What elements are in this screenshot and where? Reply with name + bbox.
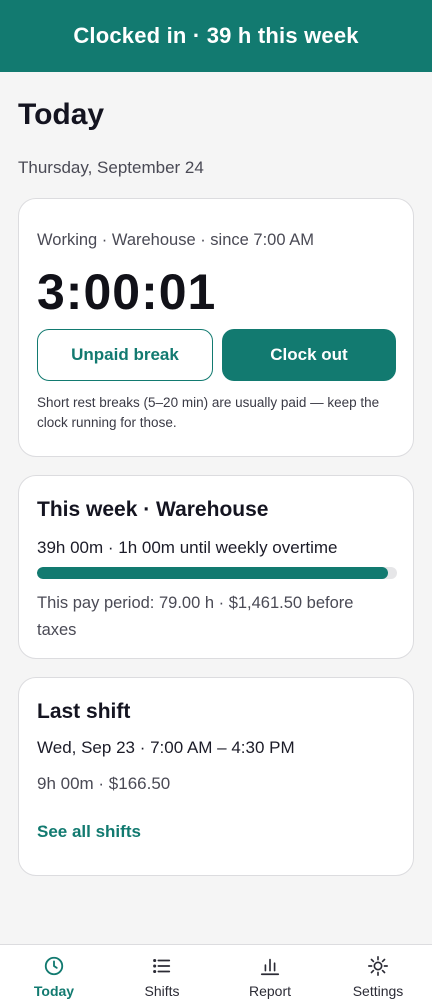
tab-report[interactable]: Report: [216, 945, 324, 1007]
page-title: Today: [18, 98, 105, 131]
see-all-shifts-link[interactable]: See all shifts: [37, 822, 141, 842]
tab-report-label: Report: [248, 983, 292, 999]
break-hint: Short rest breaks (5–20 min) are usually…: [37, 395, 380, 430]
status-banner-text: Clocked in · 39 h this week: [73, 23, 359, 48]
week-hours: 39h 00m · 1h 00m until weekly overtime: [37, 538, 338, 557]
sun-gear-icon: [368, 956, 388, 976]
tab-today[interactable]: Today: [0, 945, 108, 1007]
overtime-progress-fill: [37, 567, 388, 579]
work-status: Working · Warehouse · since 7:00 AM: [37, 231, 314, 249]
bottom-tab-bar: Today Shifts Report Settings: [0, 944, 432, 1007]
last-shift-title: Last shift: [37, 700, 131, 723]
tab-shifts-label: Shifts: [144, 983, 180, 999]
tab-settings-label: Settings: [352, 983, 404, 999]
tab-today-label: Today: [33, 983, 75, 999]
clock-icon: [44, 956, 64, 976]
overtime-progress-bar: [37, 567, 397, 579]
week-card-title: This week · Warehouse: [37, 498, 269, 521]
bar-chart-icon: [260, 958, 280, 976]
week-card: This week · Warehouse 39h 00m · 1h 00m u…: [18, 475, 414, 659]
clock-out-button[interactable]: Clock out: [222, 329, 396, 381]
tab-shifts[interactable]: Shifts: [108, 945, 216, 1007]
page-date: Thursday, September 24: [18, 158, 204, 177]
list-icon: [153, 958, 171, 974]
elapsed-timer: 3:00:01: [37, 264, 217, 320]
tab-settings[interactable]: Settings: [324, 945, 432, 1007]
clock-card: Working · Warehouse · since 7:00 AM 3:00…: [18, 198, 414, 457]
status-banner: Clocked in · 39 h this week: [0, 0, 432, 72]
last-shift-range: Wed, Sep 23 · 7:00 AM – 4:30 PM: [37, 738, 295, 757]
last-shift-total: 9h 00m · $166.50: [37, 774, 171, 793]
last-shift-card: Last shift Wed, Sep 23 · 7:00 AM – 4:30 …: [18, 677, 414, 876]
pay-period-summary: This pay period: 79.00 h · $1,461.50 bef…: [37, 594, 354, 639]
unpaid-break-button[interactable]: Unpaid break: [37, 329, 213, 381]
